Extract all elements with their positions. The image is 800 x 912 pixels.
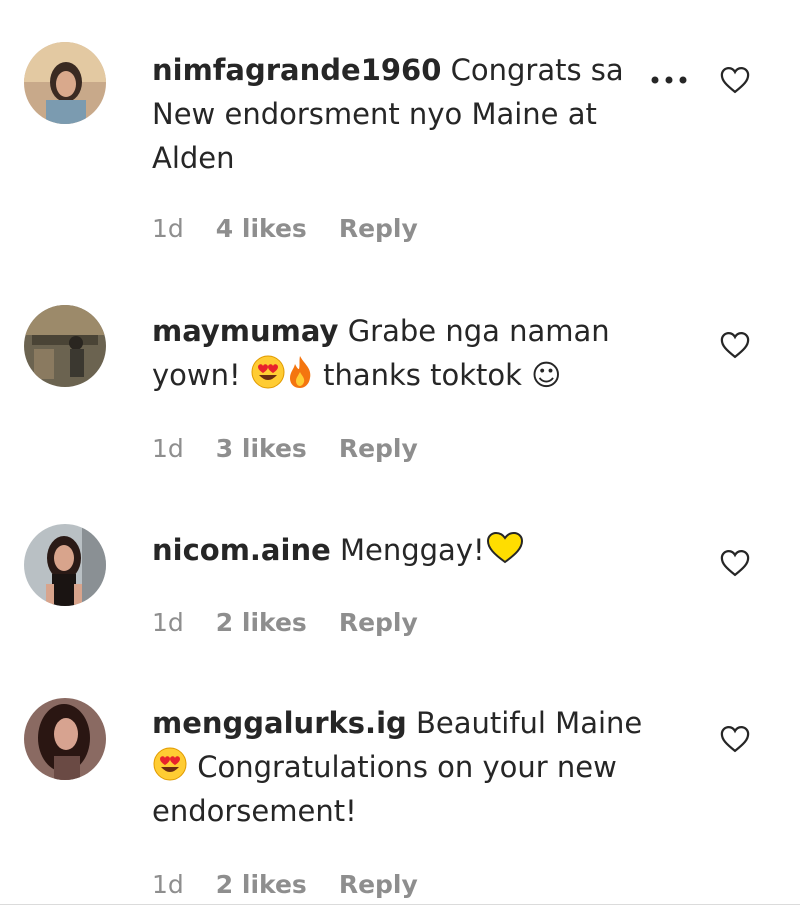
comment-meta: 1d 2 likes Reply [152, 870, 418, 899]
comment-body-line: Menggay! [339, 533, 485, 567]
comment-username[interactable]: menggalurks.ig [152, 706, 407, 740]
comment-body-line: Beautiful Maine [416, 706, 643, 740]
comment-time[interactable]: 1d [152, 870, 184, 899]
comment-username[interactable]: nimfagrande1960 [152, 53, 441, 87]
comment-body-line: Alden [152, 141, 235, 175]
comment-time[interactable]: 1d [152, 434, 184, 463]
reply-button[interactable]: Reply [339, 870, 418, 899]
comment-likes[interactable]: 2 likes [216, 870, 307, 899]
heart-eyes-emoji [251, 355, 285, 389]
comment-meta: 1d 3 likes Reply [152, 434, 418, 463]
more-options-icon[interactable] [650, 75, 690, 85]
avatar[interactable] [24, 42, 106, 124]
fire-emoji [289, 356, 311, 388]
reply-button[interactable]: Reply [339, 608, 418, 637]
comment-likes[interactable]: 3 likes [216, 434, 307, 463]
heart-eyes-emoji [153, 747, 187, 781]
comment-meta: 1d 2 likes Reply [152, 608, 418, 637]
comment-text: menggalurks.ig Beautiful Maine Congratul… [152, 701, 652, 833]
comment-likes[interactable]: 2 likes [216, 608, 307, 637]
comment-time[interactable]: 1d [152, 608, 184, 637]
comment-body-line: yown! [152, 358, 241, 392]
comment-text: maymumay Grabe nga naman yown! thanks tok… [152, 309, 652, 397]
heart-outline-icon[interactable] [720, 725, 750, 753]
divider [0, 904, 800, 905]
comment-body-line: New endorsment nyo Maine at [152, 97, 597, 131]
comment-body-line: thanks toktok ☺ [323, 358, 562, 392]
comment-meta: 1d 4 likes Reply [152, 214, 418, 243]
reply-button[interactable]: Reply [339, 214, 418, 243]
avatar[interactable] [24, 305, 106, 387]
comment-body-line: Grabe nga naman [347, 314, 610, 348]
heart-outline-icon[interactable] [720, 549, 750, 577]
comment-body-line: Congratulations on your new [197, 750, 617, 784]
reply-button[interactable]: Reply [339, 434, 418, 463]
comment-time[interactable]: 1d [152, 214, 184, 243]
comment-username[interactable]: nicom.aine [152, 533, 331, 567]
comment-likes[interactable]: 4 likes [216, 214, 307, 243]
avatar[interactable] [24, 524, 106, 606]
comment-body-line: endorsement! [152, 794, 357, 828]
comment-username[interactable]: maymumay [152, 314, 338, 348]
comment-body-line: Congrats sa [450, 53, 624, 87]
heart-outline-icon[interactable] [720, 331, 750, 359]
yellow-heart-emoji [486, 531, 523, 564]
heart-outline-icon[interactable] [720, 66, 750, 94]
avatar[interactable] [24, 698, 106, 780]
comment-text: nicom.aine Menggay! [152, 528, 652, 572]
comment-text: nimfagrande1960 Congrats sa New endorsmen… [152, 48, 652, 180]
